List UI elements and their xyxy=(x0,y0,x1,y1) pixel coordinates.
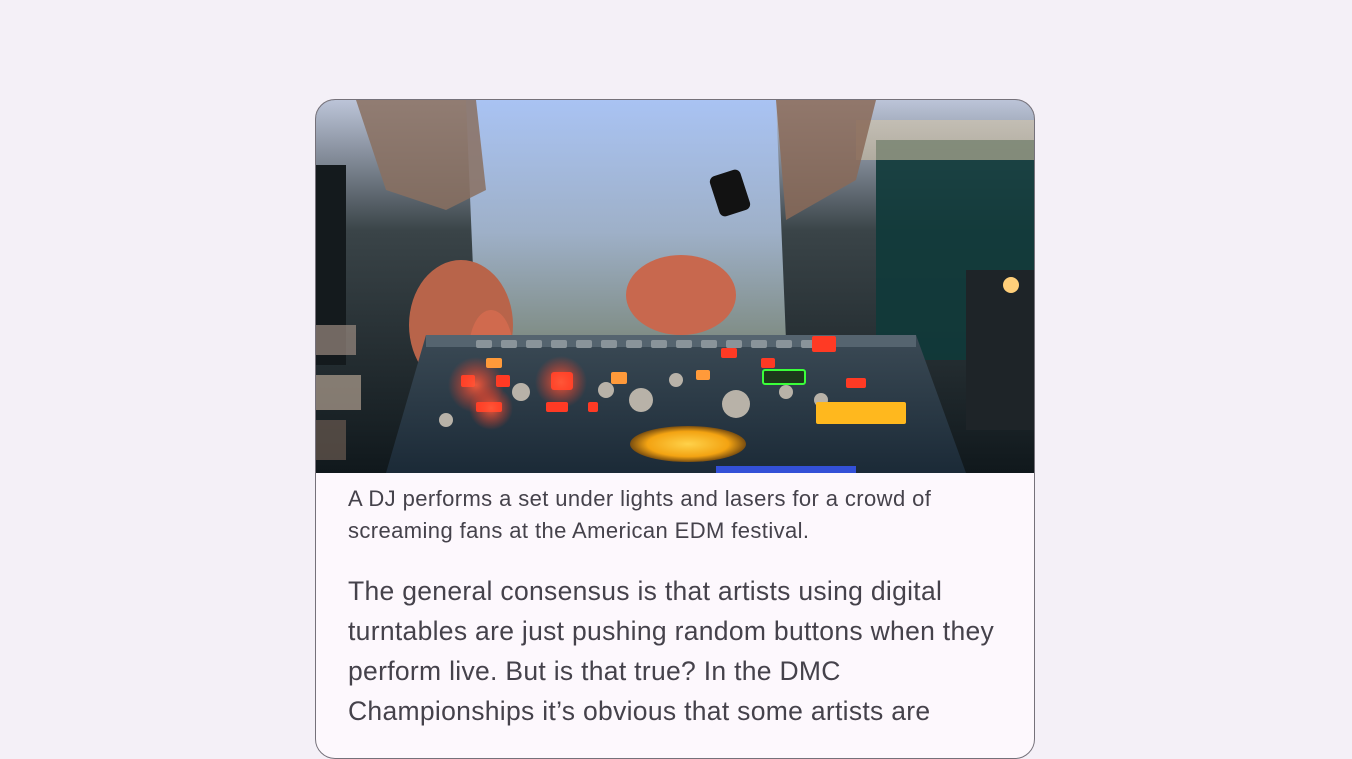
image-caption: A DJ performs a set under lights and las… xyxy=(348,486,932,543)
article-hero-image xyxy=(316,100,1034,473)
article-card: A DJ performs a set under lights and las… xyxy=(315,99,1035,759)
article-body-text: The general consensus is that artists us… xyxy=(348,576,995,726)
